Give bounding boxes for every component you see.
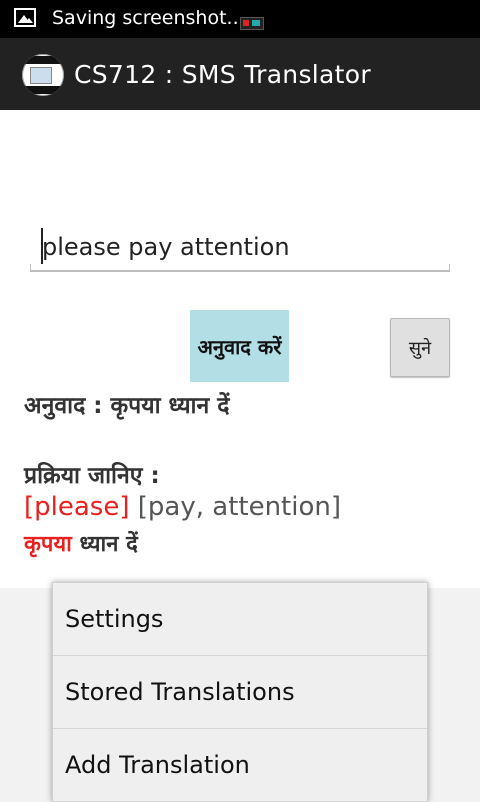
source-text-input[interactable] [42,230,442,264]
main-content: अनुवाद करें सुने अनुवाद : कृपया ध्यान दे… [0,110,480,588]
listen-button[interactable]: सुने [390,318,450,377]
text-cursor [41,228,43,264]
app-title: CS712 : SMS Translator [74,60,371,89]
source-token-line: [please] [pay, attention] [24,492,341,522]
image-icon [14,8,36,27]
menu-item-stored-translations[interactable]: Stored Translations [53,656,427,729]
menu-item-label: Settings [65,605,164,633]
app-icon[interactable] [22,54,64,96]
menu-item-settings[interactable]: Settings [53,583,427,656]
translate-button[interactable]: अनुवाद करें [190,310,289,382]
translation-result: अनुवाद : कृपया ध्यान दें [24,393,230,419]
notification-icon [240,17,264,30]
status-bar: Saving screenshot... [0,0,480,38]
menu-item-label: Add Translation [65,751,250,779]
action-bar: CS712 : SMS Translator [0,38,480,110]
menu-item-add-translation[interactable]: Add Translation [53,729,427,802]
status-text: Saving screenshot... [52,7,245,29]
highlighted-hindi-token: कृपया [24,532,72,557]
remaining-hindi-tokens: ध्यान दें [71,532,138,557]
target-token-line: कृपया ध्यान दें [24,528,138,558]
highlighted-token: [please] [24,492,130,522]
menu-item-label: Stored Translations [65,678,295,706]
process-heading: प्रक्रिया जानिए : [24,463,160,489]
overflow-menu: Settings Stored Translations Add Transla… [52,582,428,802]
text-input-container[interactable] [30,222,450,272]
remaining-tokens: [pay, attention] [129,492,342,522]
